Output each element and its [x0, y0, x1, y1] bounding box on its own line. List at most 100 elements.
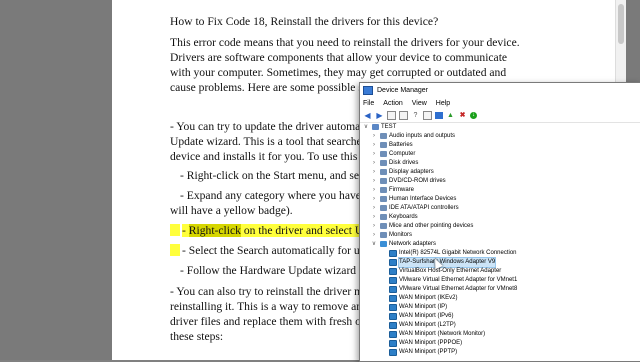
tree-category[interactable]: › Firmware [360, 186, 640, 195]
toolbar: ◀ ▶ ? ▲ ✖ ↓ [360, 109, 640, 123]
back-arrow-icon[interactable]: ◀ [363, 111, 372, 120]
battery-icon [380, 142, 387, 148]
doc-line: - You can also try to reinstall the driv… [170, 285, 375, 298]
expand-icon: › [373, 133, 375, 139]
doc-line: Drivers are software components that all… [170, 51, 508, 64]
highlight-marker [170, 244, 180, 256]
tree-category[interactable]: › IDE ATA/ATAPI controllers [360, 204, 640, 213]
scan-hardware-icon[interactable] [423, 111, 432, 120]
network-adapter-icon [389, 349, 397, 356]
computer-icon [372, 124, 379, 130]
tree-category[interactable]: › Keyboards [360, 213, 640, 222]
properties-icon[interactable] [387, 111, 396, 120]
tree-device[interactable]: VirtualBox Host-Only Ethernet Adapter [360, 267, 640, 276]
window-title: Device Manager [377, 86, 428, 94]
highlighted-text: on the driver and select Upd [240, 224, 375, 237]
collapse-icon[interactable]: ∨ [363, 123, 369, 132]
window-titlebar: Device Manager [360, 83, 640, 97]
doc-line: - Follow the Hardware Update wizard to c [180, 264, 377, 277]
download-icon[interactable]: ↓ [470, 112, 477, 119]
expand-icon: › [373, 223, 375, 229]
network-adapter-icon [389, 268, 397, 275]
expand-icon: › [373, 169, 375, 175]
expand-icon: › [373, 232, 375, 238]
doc-line: driver files and replace them with fresh… [170, 315, 377, 328]
network-adapter-icon [389, 304, 397, 311]
doc-line: - Select the Search automatically for up… [170, 243, 376, 258]
collapse-icon: ∨ [371, 241, 377, 247]
show-hidden-icon[interactable] [399, 111, 408, 120]
doc-line-highlighted: - Right-click on the driver and select U… [170, 223, 375, 238]
tree-category[interactable]: › Disk drives [360, 159, 640, 168]
tree-category[interactable]: › Audio inputs and outputs [360, 132, 640, 141]
tree-device[interactable]: WAN Miniport (Network Monitor) [360, 330, 640, 339]
menu-view[interactable]: View [412, 100, 427, 107]
tree-category[interactable]: › Mice and other pointing devices [360, 222, 640, 231]
tree-device[interactable]: WAN Miniport (L2TP) [360, 321, 640, 330]
expand-icon: › [373, 205, 375, 211]
tree-device[interactable]: WAN Miniport (PPPOE) [360, 339, 640, 348]
tree-device[interactable]: VMware Virtual Ethernet Adapter for VMne… [360, 285, 640, 294]
tree-category[interactable]: › Batteries [360, 141, 640, 150]
tree-device[interactable]: WAN Miniport (PPTP) [360, 348, 640, 357]
expand-icon: › [373, 142, 375, 148]
firmware-icon [380, 187, 387, 193]
expand-icon: › [373, 187, 375, 193]
network-adapter-icon [389, 277, 397, 284]
doc-line: device and installs it for you. To use t… [170, 150, 376, 163]
doc-line: with your computer. Sometimes, they may … [170, 66, 507, 79]
tree-device[interactable]: WAN Miniport (IPv6) [360, 312, 640, 321]
tree-root[interactable]: ∨ TEST [360, 123, 640, 132]
doc-line: cause problems. Here are some possible s… [170, 81, 378, 94]
mouse-icon [380, 223, 387, 229]
tree-category[interactable]: › Computer [360, 150, 640, 159]
tree-device[interactable]: VMware Virtual Ethernet Adapter for VMne… [360, 276, 640, 285]
computer-icon [380, 151, 387, 157]
highlight-marker [170, 224, 180, 236]
expand-icon: › [373, 151, 375, 157]
monitor-icon [380, 232, 387, 238]
doc-scroll-thumb[interactable] [618, 4, 624, 44]
device-manager-window: Device Manager File Action View Help ◀ ▶… [359, 82, 640, 362]
doc-line: these steps: [170, 330, 224, 343]
tree-device[interactable]: WAN Miniport (IP) [360, 303, 640, 312]
expand-icon: › [373, 196, 375, 202]
ide-icon [380, 205, 387, 211]
device-tree: ∨ TEST › Audio inputs and outputs › Batter… [360, 123, 640, 357]
display-icon [380, 169, 387, 175]
doc-line: - Expand any category where you have ar [180, 189, 373, 202]
menu-action[interactable]: Action [383, 100, 402, 107]
expand-icon: › [373, 214, 375, 220]
uninstall-icon[interactable]: ✖ [458, 111, 467, 120]
selected-text[interactable]: Right-click [188, 224, 241, 237]
tree-category[interactable]: › DVD/CD-ROM drives [360, 177, 640, 186]
network-adapter-icon [389, 250, 397, 257]
help-icon[interactable]: ? [411, 111, 420, 120]
network-adapter-icon [389, 313, 397, 320]
network-adapter-icon [389, 259, 397, 266]
network-adapter-icon [389, 295, 397, 302]
network-adapter-icon [389, 331, 397, 338]
menu-file[interactable]: File [363, 100, 374, 107]
tree-category[interactable]: › Display adapters [360, 168, 640, 177]
monitor-icon[interactable] [435, 112, 443, 119]
tree-category[interactable]: › Monitors [360, 231, 640, 240]
doc-line: This error code means that you need to r… [170, 36, 520, 49]
doc-line: Update wizard. This is a tool that searc… [170, 135, 373, 148]
tree-category-network[interactable]: ∨ Network adapters [360, 240, 640, 249]
forward-arrow-icon[interactable]: ▶ [375, 111, 384, 120]
network-adapter-icon [389, 286, 397, 293]
left-margin [0, 0, 112, 360]
device-manager-icon [363, 85, 373, 95]
keyboard-icon [380, 214, 387, 220]
tree-device[interactable]: Intel(R) 82574L Gigabit Network Connecti… [360, 249, 640, 258]
menu-bar: File Action View Help [360, 97, 640, 109]
expand-icon: › [373, 160, 375, 166]
doc-line: - Right-click on the Start menu, and sel… [180, 169, 376, 182]
doc-line: - You can try to update the driver autom… [170, 120, 372, 133]
menu-help[interactable]: Help [436, 100, 450, 107]
tree-category[interactable]: › Human Interface Devices [360, 195, 640, 204]
tree-device[interactable]: WAN Miniport (IKEv2) [360, 294, 640, 303]
tree-device-selected[interactable]: TAP-Surfshark Windows Adapter V9 [360, 257, 640, 268]
update-driver-icon[interactable]: ▲ [446, 111, 455, 120]
